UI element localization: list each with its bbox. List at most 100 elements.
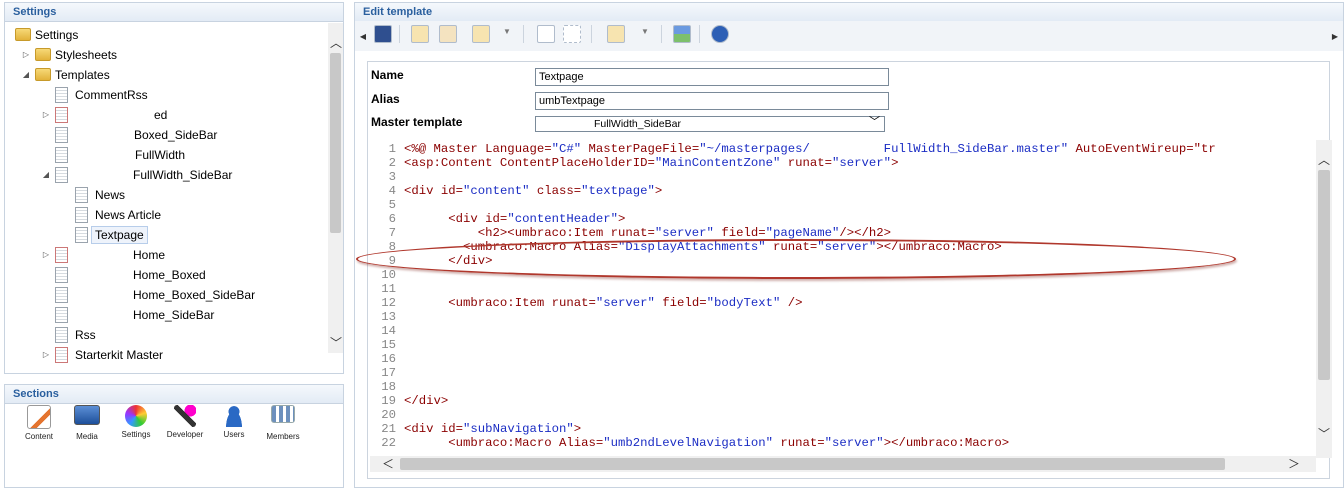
- query-builder-icon[interactable]: [673, 25, 691, 43]
- template-icon: [75, 227, 88, 243]
- tree-item-template[interactable]: ▷ ed: [41, 105, 321, 125]
- dropdown-arrow-icon[interactable]: ▼: [641, 27, 649, 36]
- scroll-left-icon[interactable]: ＜: [380, 456, 396, 472]
- tree-scroll-thumb[interactable]: [330, 53, 341, 233]
- insert-field-icon[interactable]: [411, 25, 429, 43]
- scroll-up-icon[interactable]: ︿: [1316, 152, 1332, 168]
- insert-placeholder-icon[interactable]: [472, 25, 490, 43]
- tree-item-textpage[interactable]: Textpage: [61, 225, 321, 245]
- collapse-arrow-icon[interactable]: ◢: [41, 165, 51, 185]
- alias-input[interactable]: umbTextpage: [535, 92, 889, 110]
- tree-item-fullwidth-sidebar[interactable]: ◢ FullWidth_SideBar: [41, 165, 321, 185]
- tree-item-home-boxed[interactable]: Home_Boxed: [41, 265, 321, 285]
- tree-item-label: Home_SideBar: [133, 308, 215, 322]
- developer-icon: [174, 405, 196, 427]
- tree-item-templates[interactable]: ◢ Templates: [21, 65, 321, 85]
- tree-item-commentrss[interactable]: CommentRss: [41, 85, 321, 105]
- settings-panel-title: Settings: [5, 3, 343, 22]
- name-input[interactable]: Textpage: [535, 68, 889, 86]
- code-scroll-thumb[interactable]: [1318, 170, 1330, 380]
- toolbar: ◀ ▶: [355, 21, 1343, 51]
- section-label: Content: [24, 432, 54, 441]
- tree-item-rss[interactable]: Rss: [41, 325, 321, 345]
- section-members[interactable]: Members: [253, 405, 313, 441]
- toolbar-separator: [699, 25, 700, 43]
- sections-panel-title: Sections: [5, 385, 343, 404]
- toolbar-scroll-left-icon[interactable]: ◀: [355, 29, 371, 45]
- tree-item-label: Home: [133, 248, 166, 262]
- code-vertical-scrollbar[interactable]: ︿ ﹀: [1316, 140, 1332, 458]
- code-text: <asp:Content ContentPlaceHolderID="MainC…: [404, 156, 899, 170]
- line-number: 19: [381, 394, 396, 408]
- tree-item-starterkit-master[interactable]: ▷ Starterkit Master: [41, 345, 321, 365]
- tree-item-label: Home_Boxed_SideBar: [133, 288, 256, 302]
- line-number: 7: [388, 226, 396, 240]
- line-number: 2: [388, 156, 396, 170]
- collapse-arrow-icon[interactable]: ◢: [21, 65, 31, 85]
- code-horizontal-scrollbar[interactable]: ＜ ＞: [370, 456, 1316, 472]
- scroll-down-icon[interactable]: ﹀: [1316, 426, 1332, 442]
- tree-item-news[interactable]: News: [61, 185, 321, 205]
- line-number: 3: [388, 170, 396, 184]
- tree-item-label: News Article: [95, 208, 162, 222]
- folder-icon: [15, 28, 31, 41]
- line-number: 22: [381, 436, 396, 450]
- template-icon: [55, 87, 68, 103]
- expand-arrow-icon[interactable]: ▷: [21, 45, 31, 65]
- code-text: </div>: [404, 394, 449, 408]
- expand-arrow-icon[interactable]: ▷: [41, 245, 51, 265]
- tree-item-stylesheets[interactable]: ▷ Stylesheets: [21, 45, 321, 65]
- section-label: Members: [266, 432, 300, 441]
- chevron-down-icon: ﹀: [869, 116, 880, 128]
- template-icon: [55, 307, 68, 323]
- save-icon[interactable]: [374, 25, 392, 43]
- toolbar-scroll-right-icon[interactable]: ▶: [1327, 29, 1343, 45]
- members-icon: [271, 405, 295, 423]
- scroll-down-icon[interactable]: ﹀: [328, 335, 344, 351]
- tree-item-label: ed: [154, 108, 168, 122]
- code-editor[interactable]: 1 <%@ Master Language="C#" MasterPageFile…: [370, 140, 1315, 458]
- master-template-value: FullWidth_SideBar: [594, 118, 681, 130]
- scroll-right-icon[interactable]: ＞: [1286, 456, 1302, 472]
- template-icon: [55, 167, 68, 183]
- dropdown-arrow-icon[interactable]: ▼: [503, 27, 511, 36]
- folder-icon: [35, 48, 51, 61]
- tree-item-home-boxed-sidebar[interactable]: Home_Boxed_SideBar: [41, 285, 321, 305]
- toolbar-separator: [399, 25, 400, 43]
- tree-item-home[interactable]: ▷ Home: [41, 245, 321, 265]
- section-label: Media: [76, 432, 98, 441]
- insert-macro-icon[interactable]: [439, 25, 457, 43]
- tree-item-fullwidth[interactable]: FullWidth: [41, 145, 321, 165]
- tree-scrollbar[interactable]: ︿ ﹀: [328, 23, 343, 353]
- tree-item-boxed-sidebar[interactable]: Boxed_SideBar: [41, 125, 321, 145]
- tree-item-settings[interactable]: Settings: [15, 25, 315, 45]
- expand-arrow-icon[interactable]: ▷: [41, 105, 51, 125]
- toolbar-separator: [523, 25, 524, 43]
- master-template-select[interactable]: FullWidth_SideBar ﹀: [535, 116, 885, 132]
- template-icon: [55, 127, 68, 143]
- users-icon: [223, 405, 245, 427]
- tree-item-news-article[interactable]: News Article: [61, 205, 321, 225]
- code-text: <umbraco:Macro Alias="umb2ndLevelNavigat…: [404, 436, 1010, 450]
- insert-content-placeholder-icon[interactable]: [563, 25, 581, 43]
- tree-item-label: Starterkit Master: [75, 348, 164, 362]
- scroll-up-icon[interactable]: ︿: [328, 35, 344, 51]
- section-label: Settings: [121, 430, 151, 439]
- insert-content-area-icon[interactable]: [537, 25, 555, 43]
- insert-page-item-icon[interactable]: [607, 25, 625, 43]
- tree-item-label: FullWidth_SideBar: [133, 168, 233, 182]
- code-text: <div id="subNavigation">: [404, 422, 582, 436]
- code-hscroll-thumb[interactable]: [400, 458, 1225, 470]
- expand-arrow-icon[interactable]: ▷: [41, 345, 51, 365]
- help-icon[interactable]: [711, 25, 729, 43]
- tree-item-home-sidebar[interactable]: Home_SideBar: [41, 305, 321, 325]
- tree-item-label: Home_Boxed: [133, 268, 206, 282]
- template-icon: [55, 147, 68, 163]
- code-text: <div id="content" class="textpage">: [404, 184, 663, 198]
- template-icon: [55, 107, 68, 123]
- tree-item-label: Textpage: [91, 226, 148, 244]
- tree-item-label: News: [95, 188, 126, 202]
- settings-icon: [125, 405, 147, 427]
- line-number: 20: [381, 408, 396, 422]
- settings-panel: Settings Settings ▷ Stylesheets ◢ Templa…: [4, 2, 344, 374]
